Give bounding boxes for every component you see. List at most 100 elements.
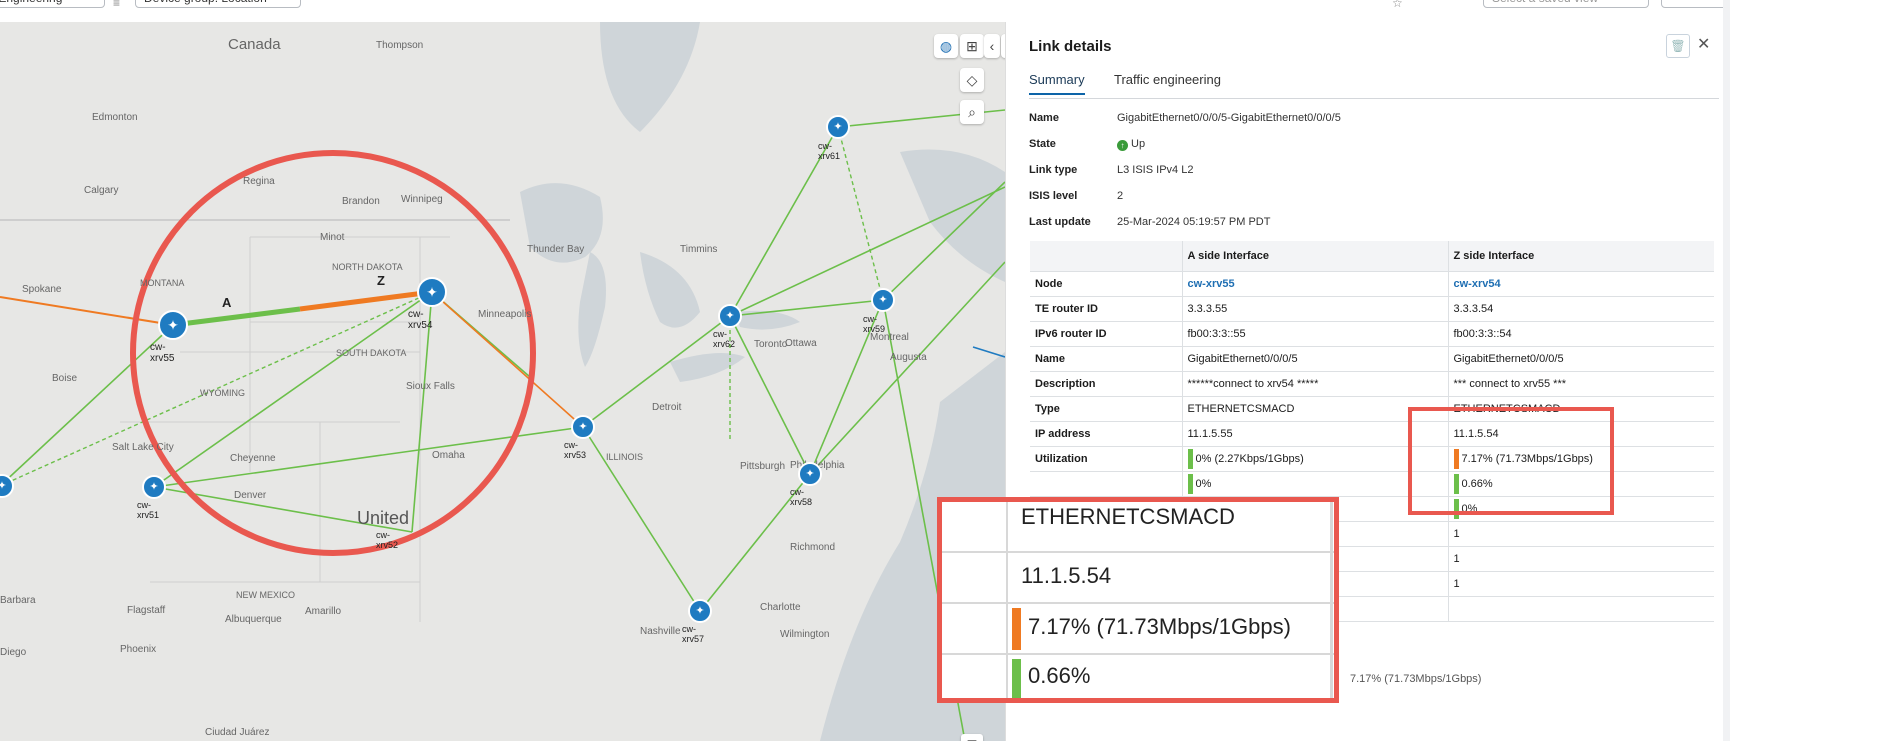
node-label[interactable]: cw-xrv57: [682, 624, 704, 644]
zoom-row: 0.66%: [942, 655, 1334, 698]
zoom-row: ETHERNETCSMACD: [942, 502, 1334, 553]
summary-label: Link type: [1029, 164, 1078, 176]
search-icon[interactable]: ⌕: [960, 100, 984, 124]
globe-icon[interactable]: ◍: [934, 34, 958, 58]
node-link[interactable]: cw-xrv55: [1188, 278, 1235, 290]
router-icon[interactable]: ✦: [798, 462, 822, 486]
node-label[interactable]: cw-xrv59: [863, 314, 885, 334]
zoom-util: 7.17% (71.73Mbps/1Gbps): [1028, 614, 1291, 639]
node-link[interactable]: cw-xrv54: [1454, 278, 1501, 290]
router-icon[interactable]: ✦: [688, 599, 712, 623]
scroll-gutter[interactable]: [1723, 0, 1730, 741]
cell-z: 1: [1448, 546, 1714, 572]
summary-value: Up: [1131, 138, 1146, 150]
callout-highlight-box: [1408, 407, 1614, 515]
map-label: ILLINOIS: [606, 452, 644, 462]
table-header: Z side Interface: [1448, 241, 1714, 272]
zoom-gridline: [1330, 604, 1333, 653]
summary-value: 2: [1117, 190, 1124, 202]
layer-select[interactable]: ...nia Engineering: [0, 0, 105, 8]
map-label: SOUTH DAKOTA: [336, 348, 407, 358]
list-icon[interactable]: ☰: [961, 734, 983, 741]
node-label[interactable]: cw-xrv52: [376, 530, 398, 550]
router-icon[interactable]: ✦: [417, 277, 447, 307]
map-label: Edmonton: [92, 112, 138, 123]
cell-z: fb00:3:3::54: [1448, 321, 1714, 347]
map-label: Regina: [243, 176, 275, 187]
zoom-row: 7.17% (71.73Mbps/1Gbps): [942, 604, 1334, 655]
router-icon[interactable]: ✦: [158, 310, 188, 340]
close-icon[interactable]: ✕: [1697, 34, 1710, 54]
map-label: NORTH DAKOTA: [332, 262, 403, 272]
tab-traffic-engineering[interactable]: Traffic engineering: [1114, 72, 1221, 93]
map-label: Amarillo: [305, 606, 342, 617]
node-label[interactable]: cw-xrv54: [408, 309, 432, 331]
trash-icon[interactable]: 🗑: [1666, 34, 1690, 58]
filter-icon[interactable]: ≡: [113, 0, 120, 10]
arrow-up-icon: ↑: [1117, 140, 1128, 151]
map-label: Salt Lake City: [112, 442, 174, 453]
chevron-left-icon[interactable]: ‹: [984, 34, 1000, 58]
util-value: 0% (2.27Kbps/1Gbps): [1195, 452, 1304, 465]
map-label: Boise: [52, 373, 78, 384]
node-label[interactable]: cw-xrv58: [790, 487, 812, 507]
topology-map[interactable]: Canada Thompson Edmonton Calgary Regina …: [0, 22, 1005, 741]
layers-icon[interactable]: ◇: [960, 68, 984, 92]
cell-z: [1448, 596, 1714, 622]
row-label: IP address: [1030, 421, 1183, 447]
summary-label: ISIS level: [1029, 190, 1078, 202]
node-label[interactable]: cw-xrv53: [564, 440, 586, 460]
row-label: Name: [1030, 346, 1183, 372]
node-label[interactable]: cw-xrv55: [150, 342, 174, 364]
link-end-a-label: A: [222, 295, 232, 310]
device-group-select[interactable]: Device group: Location: [135, 0, 301, 8]
node-label[interactable]: cw-xrv51: [137, 500, 159, 520]
table-row: Description ******connect to xrv54 *****…: [1030, 371, 1714, 397]
row-label: IPv6 router ID: [1030, 321, 1183, 347]
router-icon[interactable]: ✦: [571, 415, 595, 439]
node-label[interactable]: cw-xrv62: [713, 329, 735, 349]
summary-value: L3 ISIS IPv4 L2: [1117, 164, 1194, 176]
map-label: Spokane: [22, 284, 62, 295]
router-icon[interactable]: ✦: [871, 288, 895, 312]
panel-title: Link details: [1029, 38, 1112, 55]
util-bar: [1187, 448, 1193, 469]
node-label[interactable]: cw-xrv61: [818, 141, 840, 161]
map-label: Flagstaff: [127, 605, 166, 616]
map-label: Charlotte: [760, 602, 801, 613]
router-icon[interactable]: ✦: [142, 475, 166, 499]
map-label: Cheyenne: [230, 453, 276, 464]
map-label: Diego: [0, 647, 27, 658]
map-label: Ciudad Juárez: [205, 727, 270, 738]
hierarchy-icon[interactable]: ⊞: [960, 34, 984, 58]
zoom-callout: ETHERNETCSMACD 11.1.5.54 7.17% (71.73Mbp…: [937, 497, 1339, 703]
map-label: WYOMING: [200, 388, 245, 398]
summary-value: 25-Mar-2024 05:19:57 PM PDT: [1117, 216, 1271, 228]
row-label: Utilization: [1030, 446, 1183, 472]
zoom-gridline: [1330, 553, 1333, 602]
row-label: Type: [1030, 396, 1183, 422]
router-icon[interactable]: ✦: [826, 115, 850, 139]
map-label: Richmond: [790, 542, 836, 553]
table-header: A side Interface: [1182, 241, 1449, 272]
zoom-gridline: [1330, 655, 1333, 698]
summary-value: GigabitEthernet0/0/0/5-GigabitEthernet0/…: [1117, 112, 1341, 124]
summary-label: Last update: [1029, 216, 1091, 228]
cell-a: ******connect to xrv54 *****: [1182, 371, 1449, 397]
router-icon[interactable]: ✦: [718, 304, 742, 328]
zoom-ip: 11.1.5.54: [1021, 563, 1112, 588]
map-label: Winnipeg: [401, 194, 443, 205]
cell-z: *** connect to xrv55 ***: [1448, 371, 1714, 397]
cell-z: cw-xrv54: [1448, 271, 1714, 297]
table-header: [1030, 241, 1183, 272]
map-label: Phoenix: [120, 644, 157, 655]
star-icon[interactable]: ☆: [1392, 0, 1403, 10]
util-bar: [1187, 473, 1193, 494]
map-label: NEW MEXICO: [236, 590, 296, 600]
zoom-gridline: [1330, 502, 1333, 551]
map-label: Calgary: [84, 185, 119, 196]
saved-view-select[interactable]: Select a saved view: [1483, 0, 1649, 8]
map-label: United: [357, 508, 410, 528]
tab-summary[interactable]: Summary: [1029, 72, 1085, 95]
cell-a: 3.3.3.55: [1182, 296, 1449, 322]
